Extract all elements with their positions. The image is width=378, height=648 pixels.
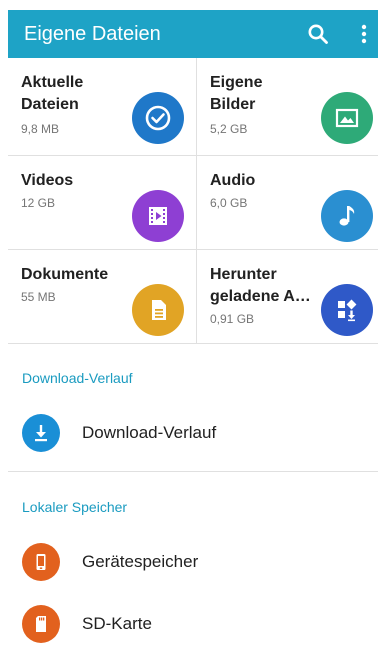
category-grid: Aktuelle Dateien 9,8 MB Eigene Bilder 5,… <box>8 58 378 344</box>
list-item-label: Gerätespeicher <box>82 552 199 571</box>
list-item-download-history[interactable]: Download-Verlauf <box>8 406 378 462</box>
category-name: Aktuelle Dateien <box>21 74 84 113</box>
category-size: 6,0 GB <box>210 196 248 210</box>
category-name: Herunter geladene A… <box>210 266 311 305</box>
phone-icon <box>22 543 60 581</box>
search-icon[interactable] <box>306 22 330 46</box>
category-downloaded-apps[interactable]: Herunter geladene A… 0,91 GB <box>197 250 378 344</box>
section-header-download-history: Download-Verlauf <box>22 370 133 386</box>
category-size: 9,8 MB <box>21 122 60 136</box>
list-item-label: Download-Verlauf <box>82 423 217 442</box>
app-title: Eigene Dateien <box>24 23 161 45</box>
list-item-sd-card[interactable]: SD-Karte <box>8 597 378 648</box>
sd-card-icon <box>22 605 60 643</box>
clock-check-icon <box>132 92 184 144</box>
category-documents[interactable]: Dokumente 55 MB <box>8 250 196 344</box>
category-name: Videos <box>21 172 74 189</box>
list-item-device-storage[interactable]: Gerätespeicher <box>8 535 378 591</box>
category-my-images[interactable]: Eigene Bilder 5,2 GB <box>197 58 378 152</box>
video-icon <box>132 190 184 242</box>
category-recent-files[interactable]: Aktuelle Dateien 9,8 MB <box>8 58 196 152</box>
category-size: 0,91 GB <box>210 312 255 326</box>
category-name: Audio <box>210 172 256 189</box>
category-name: Dokumente <box>21 266 109 283</box>
music-note-icon <box>321 190 373 242</box>
section-header-local-storage: Lokaler Speicher <box>22 499 128 515</box>
category-videos[interactable]: Videos 12 GB <box>8 156 196 250</box>
image-icon <box>321 92 373 144</box>
more-vert-icon[interactable] <box>352 22 376 46</box>
document-icon <box>132 284 184 336</box>
section-divider <box>8 471 378 472</box>
downloaded-apps-icon <box>321 284 373 336</box>
category-size: 55 MB <box>21 290 56 304</box>
download-icon <box>22 414 60 452</box>
category-name: Eigene Bilder <box>210 74 263 113</box>
category-size: 5,2 GB <box>210 122 248 136</box>
category-size: 12 GB <box>21 196 56 210</box>
category-audio[interactable]: Audio 6,0 GB <box>197 156 378 250</box>
list-item-label: SD-Karte <box>82 614 152 633</box>
app-bar: Eigene Dateien <box>8 10 378 58</box>
